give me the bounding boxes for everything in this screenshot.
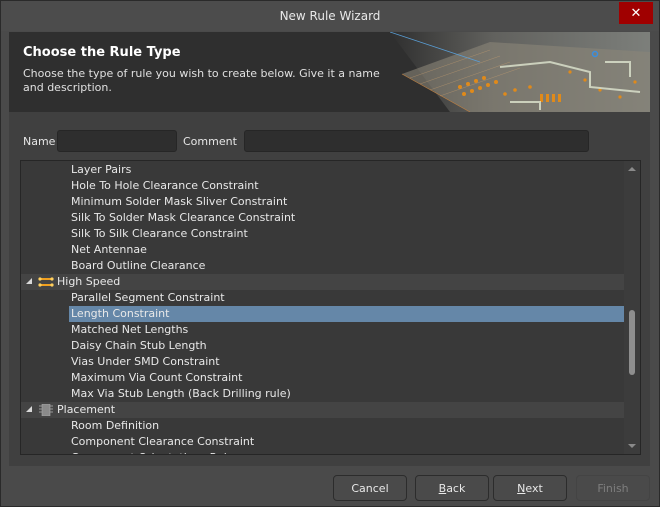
tree-row-label: Minimum Solder Mask Sliver Constraint: [71, 195, 288, 208]
tree-row-label: Room Definition: [71, 419, 160, 432]
tree-row-label: Silk To Silk Clearance Constraint: [71, 227, 248, 240]
content-panel: Name Comment Layer Pairs Hole To Hole Cle…: [9, 112, 650, 466]
tree-row-label: Max Via Stub Length (Back Drilling rule): [71, 387, 291, 400]
tree-item[interactable]: Board Outline Clearance: [21, 258, 624, 274]
page-title: Choose the Rule Type: [23, 45, 181, 60]
tree-row-label: Hole To Hole Clearance Constraint: [71, 179, 259, 192]
tree-row-label: Maximum Via Count Constraint: [71, 371, 243, 384]
pcb-board-illustration: [390, 32, 650, 112]
back-button-label: Back: [438, 481, 466, 495]
rule-type-tree[interactable]: Layer Pairs Hole To Hole Clearance Constr…: [20, 160, 641, 455]
tree-item[interactable]: Length Constraint: [21, 306, 624, 322]
tree-row-label: Layer Pairs: [71, 163, 132, 176]
tree-row-label: Component Clearance Constraint: [71, 435, 255, 448]
tree-item[interactable]: Parallel Segment Constraint: [21, 290, 624, 306]
scroll-up-arrow-icon[interactable]: [628, 167, 636, 171]
tree-row-label: Vias Under SMD Constraint: [71, 355, 220, 368]
expand-collapse-icon[interactable]: [26, 406, 32, 412]
comment-input[interactable]: [244, 130, 589, 152]
tree-row-label: Length Constraint: [69, 306, 624, 322]
tree-row-label: Silk To Solder Mask Clearance Constraint: [71, 211, 296, 224]
tree-row-label: Matched Net Lengths: [71, 323, 189, 336]
name-label: Name: [23, 135, 56, 148]
new-rule-wizard-dialog: New Rule Wizard ✕ Choose the Rule Type C…: [0, 0, 660, 507]
tree-item[interactable]: Component Orientations Rule: [21, 450, 624, 454]
high-speed-icon: [38, 277, 54, 287]
comment-label: Comment: [183, 135, 237, 148]
next-button[interactable]: Next: [493, 475, 567, 501]
tree-row-label: Board Outline Clearance: [71, 259, 206, 272]
expand-collapse-icon[interactable]: [26, 278, 32, 284]
next-button-label: Next: [517, 481, 543, 495]
tree-row-label: Parallel Segment Constraint: [71, 291, 225, 304]
tree-group[interactable]: High Speed: [21, 274, 624, 290]
tree-item[interactable]: Matched Net Lengths: [21, 322, 624, 338]
tree-row-label: Component Orientations Rule: [69, 450, 234, 454]
placement-chip-icon: [39, 404, 53, 416]
tree-row-label: Placement: [57, 403, 116, 416]
tree-item[interactable]: Hole To Hole Clearance Constraint: [21, 178, 624, 194]
close-icon: ✕: [630, 5, 642, 21]
tree-item[interactable]: Daisy Chain Stub Length: [21, 338, 624, 354]
tree-item[interactable]: Net Antennae: [21, 242, 624, 258]
back-button[interactable]: Back: [415, 475, 489, 501]
tree-item[interactable]: Silk To Solder Mask Clearance Constraint: [21, 210, 624, 226]
tree-item[interactable]: Layer Pairs: [21, 162, 624, 178]
close-button[interactable]: ✕: [619, 2, 653, 24]
tree-item[interactable]: Component Clearance Constraint: [21, 434, 624, 450]
scroll-thumb[interactable]: [629, 310, 635, 375]
tree-row-label: High Speed: [57, 275, 121, 288]
title-bar: New Rule Wizard ✕: [1, 1, 659, 31]
tree-row-label: Net Antennae: [71, 243, 147, 256]
scroll-down-arrow-icon[interactable]: [628, 444, 636, 448]
tree-row-label: Daisy Chain Stub Length: [71, 339, 207, 352]
finish-button-label: Finish: [597, 481, 629, 495]
tree-scrollbar[interactable]: [624, 161, 640, 454]
page-description: Choose the type of rule you wish to crea…: [23, 67, 380, 94]
window-title: New Rule Wizard: [279, 9, 381, 23]
tree-item[interactable]: Vias Under SMD Constraint: [21, 354, 624, 370]
tree-item[interactable]: Silk To Silk Clearance Constraint: [21, 226, 624, 242]
cancel-button[interactable]: Cancel: [333, 475, 407, 501]
tree-item[interactable]: Maximum Via Count Constraint: [21, 370, 624, 386]
header-banner: Choose the Rule Type Choose the type of …: [9, 32, 650, 112]
cancel-button-label: Cancel: [351, 481, 389, 495]
name-input[interactable]: [57, 130, 177, 152]
finish-button[interactable]: Finish: [576, 475, 650, 501]
tree-item[interactable]: Room Definition: [21, 418, 624, 434]
tree-group[interactable]: Placement: [21, 402, 624, 418]
tree-item[interactable]: Minimum Solder Mask Sliver Constraint: [21, 194, 624, 210]
tree-item[interactable]: Max Via Stub Length (Back Drilling rule): [21, 386, 624, 402]
